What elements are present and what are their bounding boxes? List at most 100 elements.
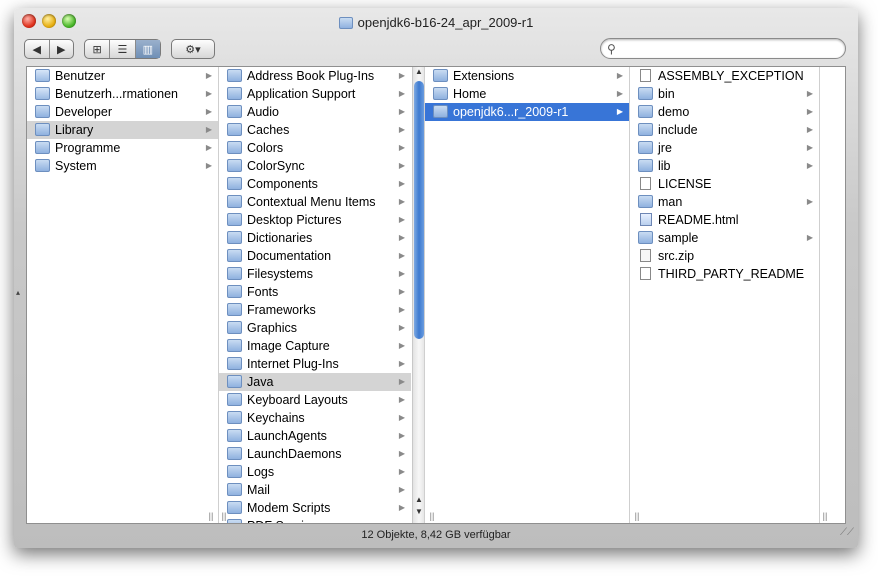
folder-icon [638,231,653,244]
list-view-button[interactable]: ☰ [109,40,134,58]
search-icon: ⚲ [607,42,616,56]
list-item-label: Library [55,123,94,137]
column-resize-handle[interactable]: || [820,511,830,521]
list-item-label: Programme [55,141,121,155]
list-item[interactable]: System ▶ [27,157,218,175]
column-resize-handle[interactable]: || [206,511,216,521]
disclosure-arrow-icon: ▶ [205,161,212,170]
list-item[interactable]: Internet Plug-Ins ▶ [219,355,411,373]
list-item[interactable]: LaunchDaemons ▶ [219,445,411,463]
sidebar-toggle-handle[interactable]: ▴ [16,288,20,297]
disclosure-arrow-icon: ▶ [398,125,405,134]
list-item[interactable]: PDF Services ▶ [219,517,411,523]
folder-icon [433,105,448,118]
list-item[interactable]: jre ▶ [630,139,819,157]
list-item[interactable]: Contextual Menu Items ▶ [219,193,411,211]
column-resize-handle[interactable]: || [632,511,642,521]
list-item[interactable]: src.zip [630,247,819,265]
list-item-label: Benutzer [55,69,106,83]
list-item[interactable]: Extensions ▶ [425,67,629,85]
list-item[interactable]: Filesystems ▶ [219,265,411,283]
folder-icon [227,231,242,244]
search-field[interactable]: ⚲ [600,38,846,59]
list-item[interactable]: lib ▶ [630,157,819,175]
list-item[interactable]: Java ▶ [219,373,411,391]
column-resize-handle[interactable]: || [219,511,229,521]
action-menu-button[interactable]: ⚙▾ [171,39,215,59]
list-item[interactable]: Components ▶ [219,175,411,193]
list-item[interactable]: Frameworks ▶ [219,301,411,319]
folder-icon [227,213,242,226]
folder-icon [227,357,242,370]
list-item[interactable]: Mail ▶ [219,481,411,499]
folder-icon [35,159,50,172]
list-item[interactable]: include ▶ [630,121,819,139]
disclosure-arrow-icon: ▶ [398,233,405,242]
list-item[interactable]: Colors ▶ [219,139,411,157]
disclosure-arrow-icon: ▶ [806,143,813,152]
disclosure-arrow-icon: ▶ [398,269,405,278]
list-item[interactable]: LICENSE [630,175,819,193]
scroll-up-icon[interactable]: ▲ [414,495,424,504]
list-item[interactable]: Benutzerh...rmationen ▶ [27,85,218,103]
list-item-label: Filesystems [247,267,313,281]
list-item[interactable]: man ▶ [630,193,819,211]
disclosure-arrow-icon: ▶ [398,323,405,332]
list-item[interactable]: README.html [630,211,819,229]
disclosure-arrow-icon: ▶ [205,125,212,134]
back-button[interactable]: ◀ [25,40,49,58]
list-item-label: sample [658,231,699,245]
disclosure-arrow-icon: ▶ [398,179,405,188]
list-item[interactable]: Home ▶ [425,85,629,103]
column-view-button[interactable]: ▥ [134,40,160,58]
list-item[interactable]: Keyboard Layouts ▶ [219,391,411,409]
list-item[interactable]: Documentation ▶ [219,247,411,265]
resize-grip-icon[interactable]: ⟋⟋ [840,522,854,544]
scrollbar-thumb[interactable] [414,81,424,339]
list-item[interactable]: Modem Scripts ▶ [219,499,411,517]
scroll-up-icon[interactable]: ▲ [414,67,424,76]
list-item[interactable]: Library ▶ [27,121,218,139]
list-item[interactable]: sample ▶ [630,229,819,247]
icon-view-button[interactable]: ⊞ [85,40,109,58]
library-scrollbar[interactable]: ▲ ▲ ▼ [412,67,424,523]
list-item[interactable]: demo ▶ [630,103,819,121]
list-item[interactable]: Image Capture ▶ [219,337,411,355]
list-item-label: Frameworks [247,303,316,317]
list-item[interactable]: Caches ▶ [219,121,411,139]
folder-icon [35,123,50,136]
list-item[interactable]: ColorSync ▶ [219,157,411,175]
list-item-label: Fonts [247,285,279,299]
list-item[interactable]: Logs ▶ [219,463,411,481]
list-item[interactable]: Developer ▶ [27,103,218,121]
list-item[interactable]: Benutzer ▶ [27,67,218,85]
scroll-down-icon[interactable]: ▼ [414,507,424,516]
list-item[interactable]: Graphics ▶ [219,319,411,337]
folder-icon [227,267,242,280]
folder-icon [227,375,242,388]
list-item[interactable]: Keychains ▶ [219,409,411,427]
list-item[interactable]: THIRD_PARTY_README [630,265,819,283]
list-item-label: man [658,195,683,209]
list-item[interactable]: Audio ▶ [219,103,411,121]
folder-icon [227,69,242,82]
home-icon [35,87,50,100]
list-item[interactable]: ASSEMBLY_EXCEPTION [630,67,819,85]
html-icon [640,213,652,226]
title-bar[interactable]: openjdk6-b16-24_apr_2009-r1 [14,8,858,38]
list-item[interactable]: Programme ▶ [27,139,218,157]
list-item[interactable]: Desktop Pictures ▶ [219,211,411,229]
list-item[interactable]: LaunchAgents ▶ [219,427,411,445]
column-resize-handle[interactable]: || [427,511,437,521]
list-item[interactable]: Dictionaries ▶ [219,229,411,247]
disclosure-arrow-icon: ▶ [398,341,405,350]
list-item[interactable]: openjdk6...r_2009-r1 ▶ [425,103,629,121]
folder-icon [227,195,242,208]
list-item[interactable]: Application Support ▶ [219,85,411,103]
list-item[interactable]: Fonts ▶ [219,283,411,301]
list-item[interactable]: Address Book Plug-Ins ▶ [219,67,411,85]
list-item[interactable]: bin ▶ [630,85,819,103]
list-item-label: demo [658,105,690,119]
forward-button[interactable]: ▶ [48,40,74,58]
disclosure-arrow-icon: ▶ [398,359,405,368]
